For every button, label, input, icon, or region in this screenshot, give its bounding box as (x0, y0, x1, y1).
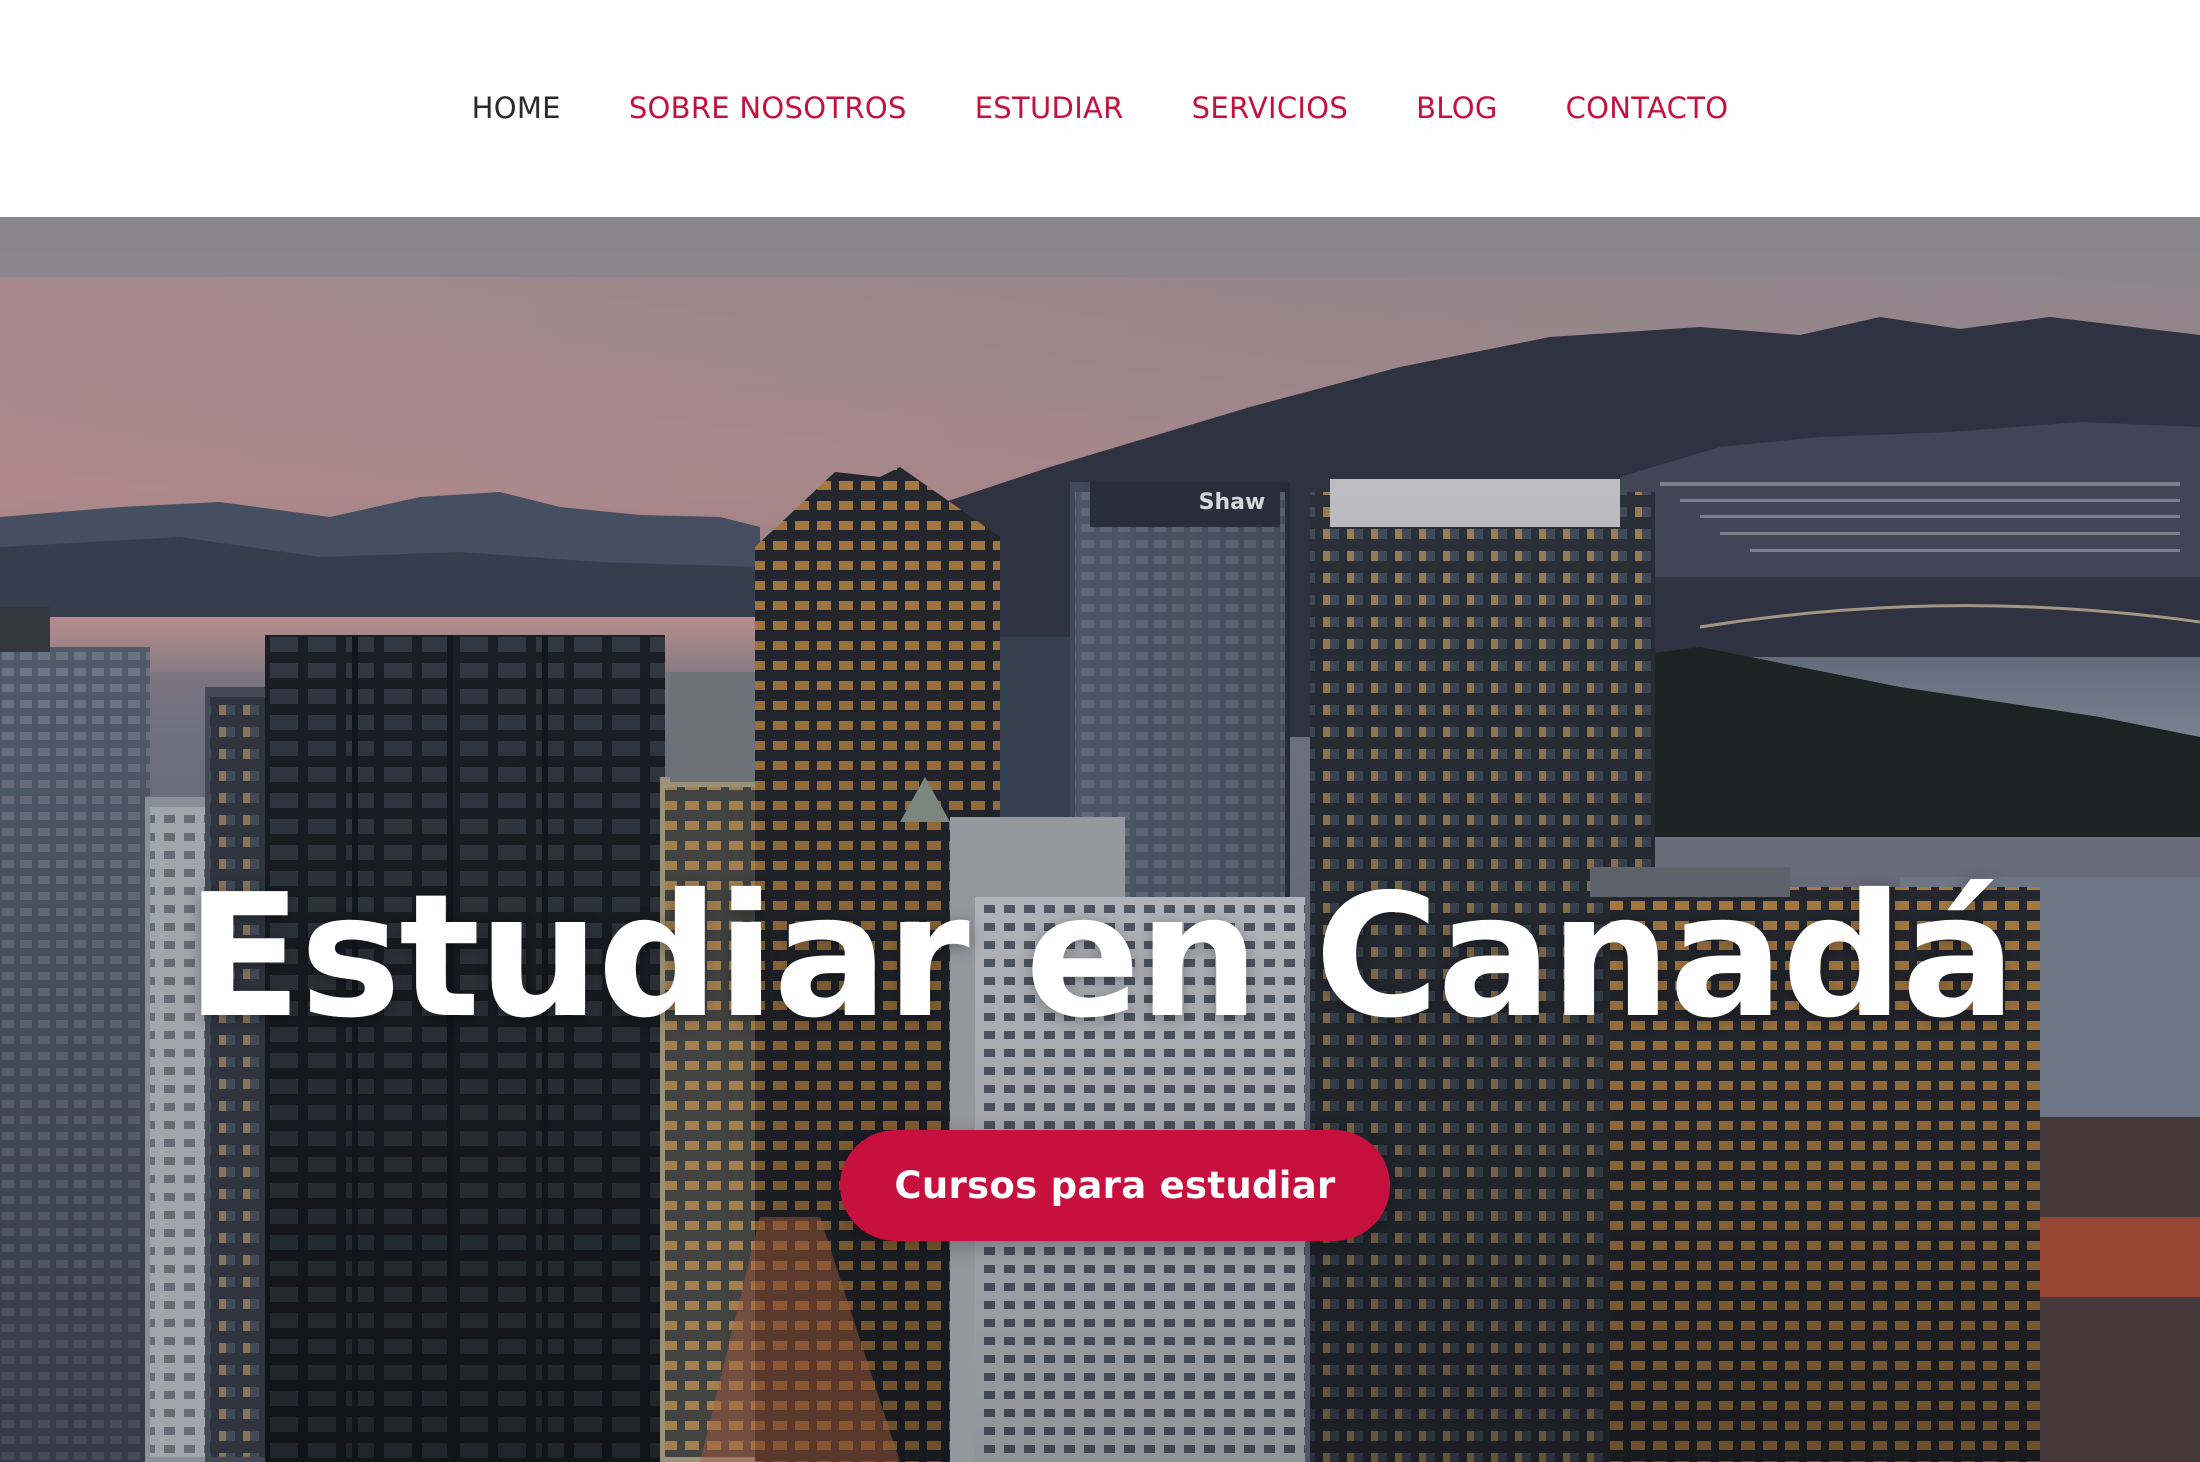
nav-link-contacto[interactable]: CONTACTO (1566, 84, 1729, 132)
courses-cta-button[interactable]: Cursos para estudiar (840, 1130, 1390, 1241)
nav-item-sobre-nosotros: SOBRE NOSOTROS (595, 84, 941, 132)
nav-link-blog[interactable]: BLOG (1416, 84, 1498, 132)
nav-item-contacto: CONTACTO (1532, 84, 1763, 132)
nav-link-sobre-nosotros[interactable]: SOBRE NOSOTROS (629, 84, 907, 132)
nav-link-home[interactable]: HOME (472, 84, 561, 132)
hero-title: Estudiar en Canadá (185, 858, 2016, 1056)
nav-link-estudiar[interactable]: ESTUDIAR (975, 84, 1124, 132)
nav-item-estudiar: ESTUDIAR (941, 84, 1158, 132)
page: HOME SOBRE NOSOTROS ESTUDIAR SERVICIOS B… (0, 0, 2200, 1462)
top-navigation: HOME SOBRE NOSOTROS ESTUDIAR SERVICIOS B… (0, 0, 2200, 217)
nav-list: HOME SOBRE NOSOTROS ESTUDIAR SERVICIOS B… (0, 84, 2200, 132)
nav-item-home: HOME (438, 84, 595, 132)
nav-item-blog: BLOG (1382, 84, 1532, 132)
nav-link-servicios[interactable]: SERVICIOS (1192, 84, 1348, 132)
city-skyline-photo: Shaw (0, 217, 2200, 1462)
hero-section: Shaw Estudiar en Canadá Cursos para estu (0, 217, 2200, 1462)
nav-item-servicios: SERVICIOS (1158, 84, 1382, 132)
